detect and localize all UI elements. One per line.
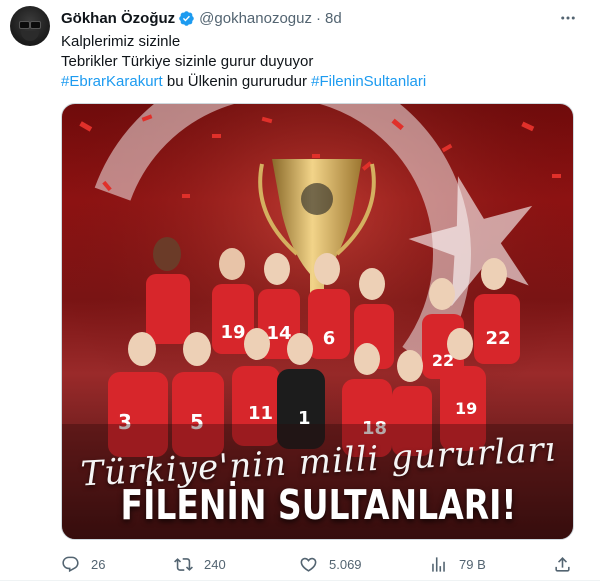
views-icon <box>432 556 445 572</box>
tweet-actions: 26 240 5.069 79 B <box>61 553 581 575</box>
avatar[interactable] <box>10 6 50 46</box>
retweet-count: 240 <box>204 556 226 572</box>
more-icon <box>561 16 575 20</box>
share-button[interactable] <box>553 553 572 575</box>
author-name[interactable]: Gökhan Özoğuz <box>61 10 175 27</box>
more-options-button[interactable] <box>558 8 578 28</box>
verified-badge-icon[interactable] <box>178 10 195 27</box>
hashtag-link[interactable]: #EbrarKarakurt <box>61 73 163 90</box>
tweet-line: #EbrarKarakurt bu Ülkenin gururudur #Fil… <box>61 72 581 92</box>
share-icon <box>555 556 570 572</box>
svg-text:14: 14 <box>266 323 291 344</box>
tweet-header: Gökhan Özoğuz @gokhanozoguz · 8d <box>61 8 342 28</box>
separator-dot: · <box>315 9 321 27</box>
sunglasses-graphic <box>19 21 41 29</box>
heart-icon <box>300 557 317 572</box>
svg-text:11: 11 <box>248 403 273 424</box>
svg-text:19: 19 <box>455 399 477 418</box>
tweet-timestamp[interactable]: 8d <box>325 10 342 27</box>
author-handle[interactable]: @gokhanozoguz <box>199 10 312 27</box>
svg-text:19: 19 <box>220 322 245 343</box>
tweet-media-image[interactable]: 19 14 6 22 22 3 5 11 1 18 19 Türkiye'nin… <box>61 103 574 540</box>
svg-text:22: 22 <box>485 328 510 349</box>
tweet-line-text: bu Ülkenin gururudur <box>162 73 312 90</box>
beard-graphic <box>21 31 39 41</box>
tweet-line: Kalplerimiz sizinle <box>61 33 181 50</box>
reply-button[interactable]: 26 <box>61 553 105 575</box>
hashtag-link[interactable]: #FileninSultanlari <box>311 73 426 90</box>
image-title-caption: FİLENİN SULTANLARI! <box>120 480 517 529</box>
retweet-icon <box>174 557 193 571</box>
retweet-button[interactable]: 240 <box>174 553 226 575</box>
like-button[interactable]: 5.069 <box>299 553 362 575</box>
views-count: 79 B <box>459 556 486 572</box>
tweet-text: Kalplerimiz sizinle Tebrikler Türkiye si… <box>61 32 581 92</box>
tweet-line: Tebrikler Türkiye sizinle gurur duyuyor <box>61 53 314 70</box>
like-count: 5.069 <box>329 556 362 572</box>
reply-icon <box>62 556 79 572</box>
svg-text:6: 6 <box>323 328 336 349</box>
tweet[interactable]: Gökhan Özoğuz @gokhanozoguz · 8d Kalpler… <box>0 0 600 581</box>
reply-count: 26 <box>91 556 106 572</box>
views-button[interactable]: 79 B <box>429 553 486 575</box>
